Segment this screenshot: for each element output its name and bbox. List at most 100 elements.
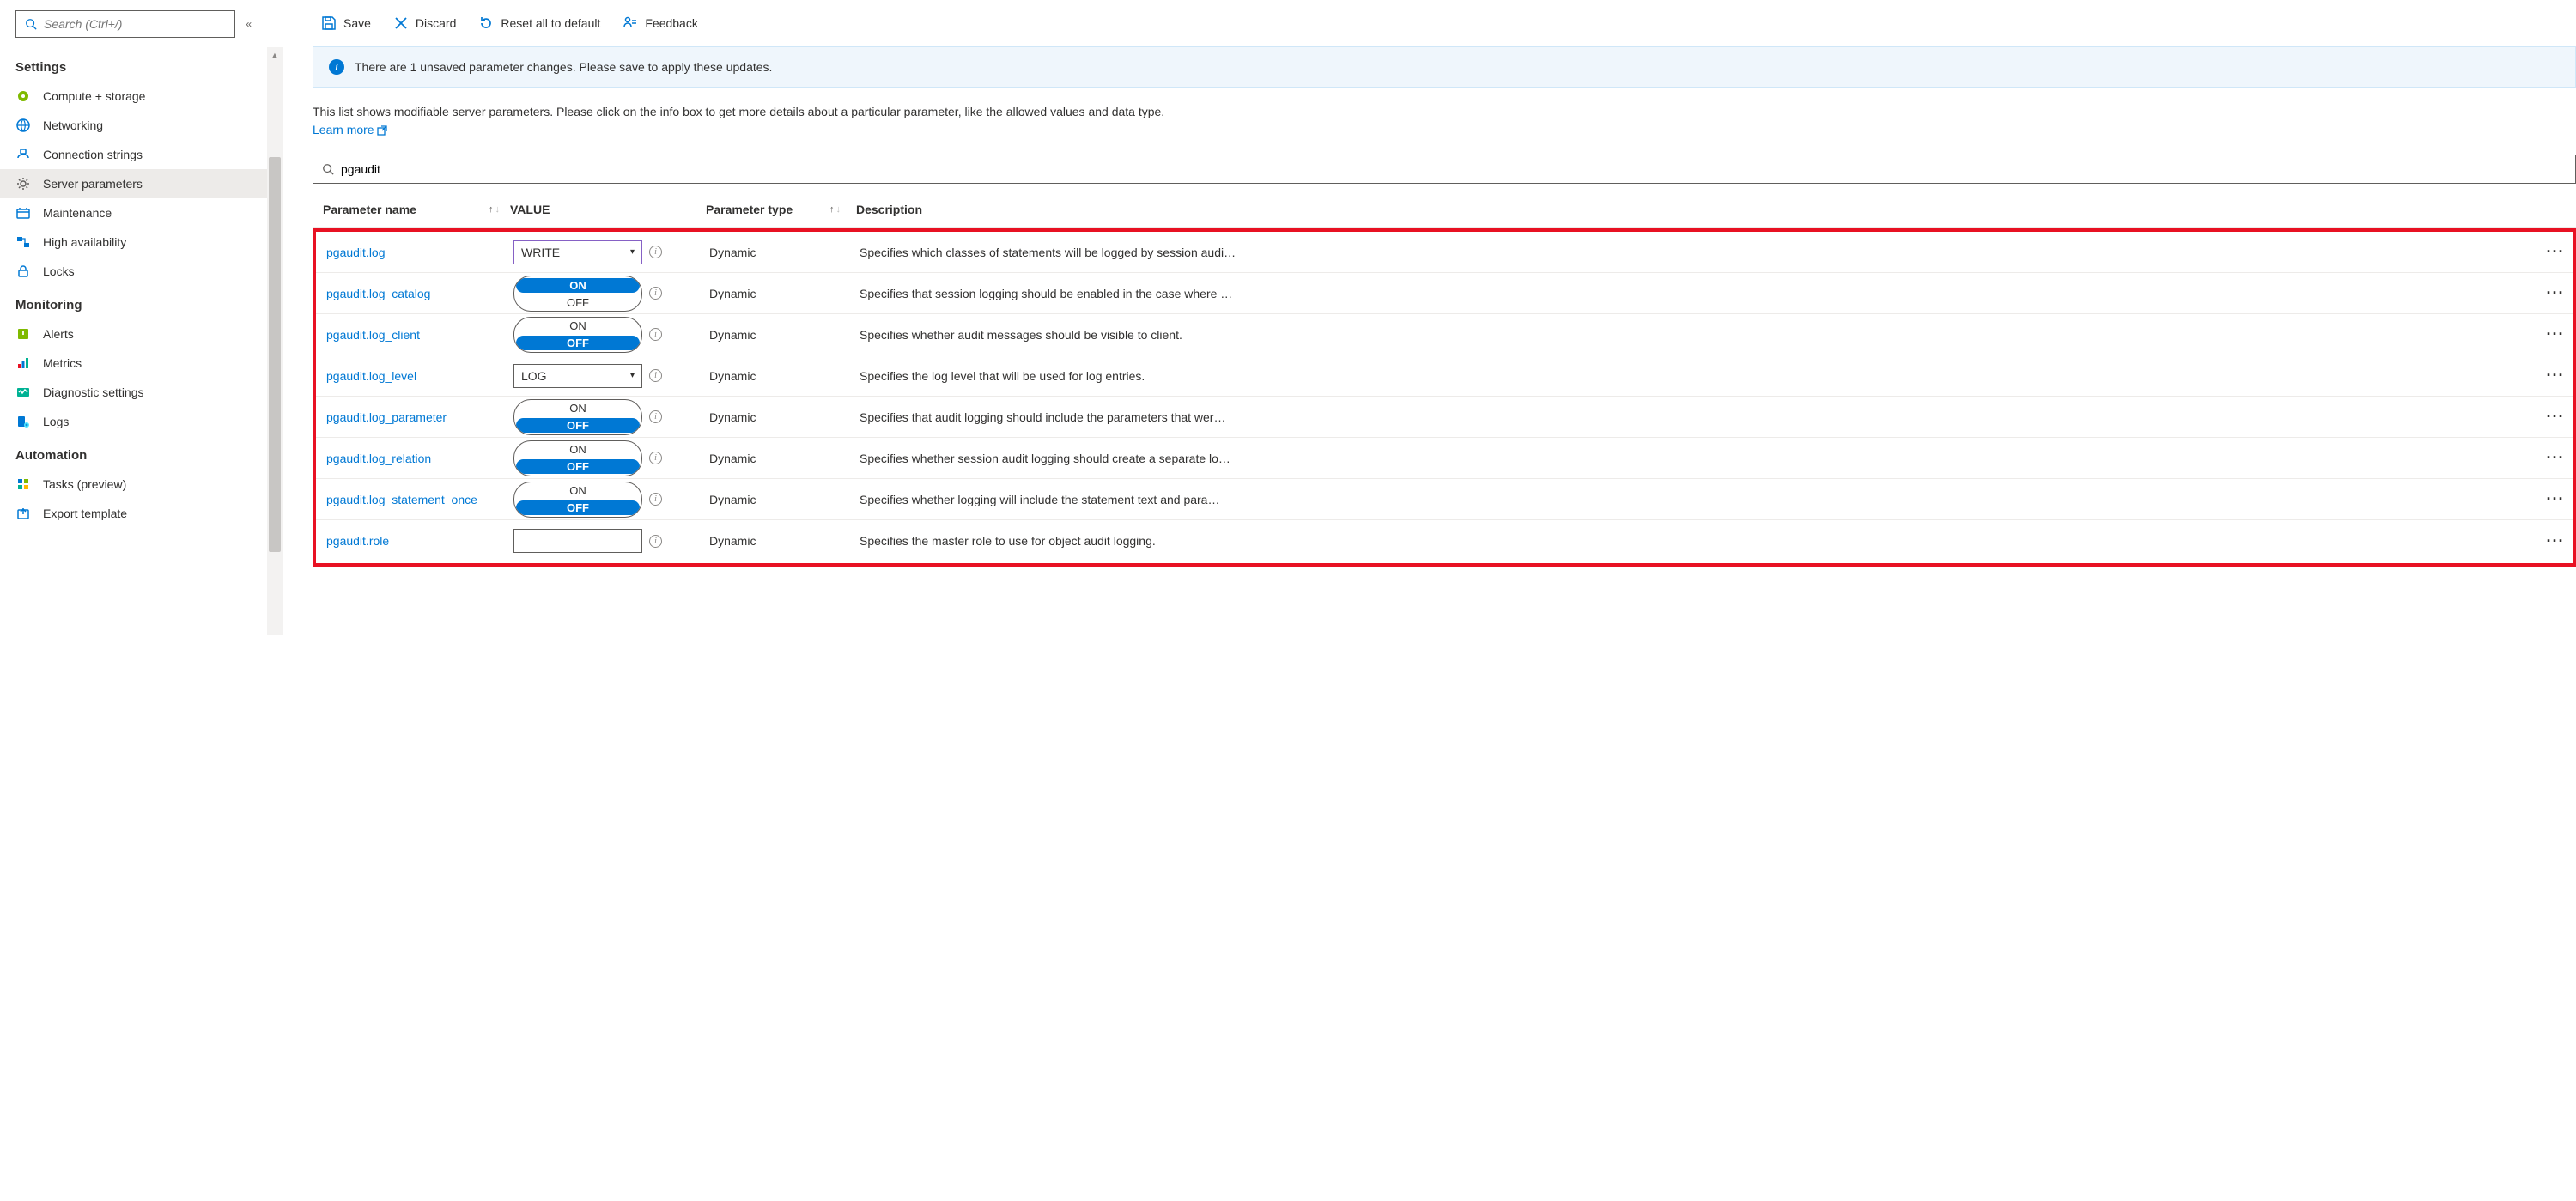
more-actions-button[interactable]: ··· — [2547, 367, 2565, 384]
param-type: Dynamic — [709, 410, 860, 424]
param-toggle[interactable]: ON OFF — [513, 440, 642, 476]
sidebar-item-diagnostic-settings[interactable]: Diagnostic settings — [0, 378, 267, 407]
more-actions-button[interactable]: ··· — [2547, 325, 2565, 343]
toggle-on[interactable]: ON — [514, 482, 641, 499]
param-toggle[interactable]: ON OFF — [513, 399, 642, 435]
more-actions-button[interactable]: ··· — [2547, 284, 2565, 301]
toggle-off[interactable]: OFF — [516, 500, 640, 515]
info-icon[interactable]: i — [649, 328, 662, 341]
param-name-link[interactable]: pgaudit.log_statement_once — [316, 493, 513, 506]
discard-label: Discard — [416, 16, 456, 30]
description-text: This list shows modifiable server parame… — [313, 105, 1164, 118]
sidebar-item-connection-strings[interactable]: Connection strings — [0, 140, 267, 169]
param-name-link[interactable]: pgaudit.log_relation — [316, 452, 513, 465]
sidebar-item-networking[interactable]: Networking — [0, 111, 267, 140]
sidebar-item-server-parameters[interactable]: Server parameters — [0, 169, 267, 198]
toggle-on[interactable]: ON — [516, 278, 640, 293]
sidebar-search[interactable] — [15, 10, 235, 38]
sidebar-item-label: Maintenance — [43, 206, 112, 220]
more-actions-button[interactable]: ··· — [2547, 243, 2565, 260]
feedback-button[interactable]: Feedback — [614, 10, 706, 36]
param-name-link[interactable]: pgaudit.log_level — [316, 369, 513, 383]
diagnostic-icon — [15, 385, 31, 400]
col-desc-header[interactable]: Description — [856, 203, 2542, 216]
param-name-link[interactable]: pgaudit.log_client — [316, 328, 513, 342]
param-description: Specifies the log level that will be use… — [860, 369, 2538, 383]
learn-more-link[interactable]: Learn more — [313, 123, 387, 136]
sidebar-item-metrics[interactable]: Metrics — [0, 349, 267, 378]
param-select[interactable]: WRITE▾ — [513, 240, 642, 264]
param-name-link[interactable]: pgaudit.role — [316, 534, 513, 548]
sort-icon[interactable]: ↑↓ — [829, 204, 841, 215]
toggle-off[interactable]: OFF — [516, 336, 640, 350]
more-actions-button[interactable]: ··· — [2547, 449, 2565, 466]
sort-icon[interactable]: ↑↓ — [489, 204, 500, 215]
main-content: Save Discard Reset all to default Feedba… — [283, 0, 2576, 635]
more-actions-button[interactable]: ··· — [2547, 532, 2565, 549]
parameter-filter[interactable] — [313, 155, 2576, 184]
collapse-sidebar-icon[interactable]: « — [246, 18, 252, 30]
info-text: There are 1 unsaved parameter changes. P… — [355, 60, 772, 74]
scroll-thumb[interactable] — [269, 157, 281, 552]
discard-button[interactable]: Discard — [385, 10, 465, 36]
save-button[interactable]: Save — [313, 10, 380, 36]
param-description: Specifies that audit logging should incl… — [860, 410, 2538, 424]
sidebar-item-export-template[interactable]: Export template — [0, 499, 267, 528]
table-row: pgaudit.log_client ON OFF i Dynamic Spec… — [316, 314, 2573, 355]
globe-icon — [15, 118, 31, 133]
toggle-off[interactable]: OFF — [516, 459, 640, 474]
scroll-up-icon[interactable]: ▲ — [267, 47, 283, 63]
table-header: Parameter name ↑↓ VALUE Parameter type ↑… — [313, 191, 2576, 228]
parameter-filter-input[interactable] — [341, 162, 2567, 176]
sidebar-item-logs[interactable]: Logs — [0, 407, 267, 436]
tasks-icon — [15, 476, 31, 492]
toggle-off[interactable]: OFF — [516, 418, 640, 433]
sidebar-item-compute-storage[interactable]: Compute + storage — [0, 82, 267, 111]
sidebar-item-alerts[interactable]: Alerts — [0, 319, 267, 349]
info-icon[interactable]: i — [649, 410, 662, 423]
sidebar-item-maintenance[interactable]: Maintenance — [0, 198, 267, 227]
toggle-off[interactable]: OFF — [514, 294, 641, 311]
more-actions-button[interactable]: ··· — [2547, 408, 2565, 425]
param-name-link[interactable]: pgaudit.log_catalog — [316, 287, 513, 300]
col-value-header[interactable]: VALUE — [510, 203, 706, 216]
col-name-header[interactable]: Parameter name — [323, 203, 416, 216]
table-row: pgaudit.log_parameter ON OFF i Dynamic S… — [316, 397, 2573, 438]
sidebar-item-tasks-preview-[interactable]: Tasks (preview) — [0, 470, 267, 499]
more-actions-button[interactable]: ··· — [2547, 490, 2565, 507]
param-toggle[interactable]: ON OFF — [513, 482, 642, 518]
sidebar-item-label: Locks — [43, 264, 75, 278]
info-icon[interactable]: i — [649, 535, 662, 548]
table-row: pgaudit.log_level LOG▾ i Dynamic Specifi… — [316, 355, 2573, 397]
param-name-link[interactable]: pgaudit.log — [316, 246, 513, 259]
col-type-header[interactable]: Parameter type — [706, 203, 793, 216]
param-type: Dynamic — [709, 287, 860, 300]
info-icon[interactable]: i — [649, 493, 662, 506]
toggle-on[interactable]: ON — [514, 318, 641, 334]
info-icon[interactable]: i — [649, 452, 662, 464]
param-select[interactable]: LOG▾ — [513, 364, 642, 388]
reset-button[interactable]: Reset all to default — [470, 10, 609, 36]
table-row: pgaudit.log_relation ON OFF i Dynamic Sp… — [316, 438, 2573, 479]
toggle-on[interactable]: ON — [514, 441, 641, 458]
sidebar-item-locks[interactable]: Locks — [0, 257, 267, 286]
param-toggle[interactable]: ON OFF — [513, 276, 642, 312]
sidebar-item-label: Server parameters — [43, 177, 143, 191]
sidebar-scrollbar[interactable]: ▲ — [267, 47, 283, 635]
table-row: pgaudit.role i Dynamic Specifies the mas… — [316, 520, 2573, 561]
feedback-label: Feedback — [645, 16, 697, 30]
param-text-input[interactable] — [513, 529, 642, 553]
table-row: pgaudit.log_catalog ON OFF i Dynamic Spe… — [316, 273, 2573, 314]
info-icon[interactable]: i — [649, 369, 662, 382]
sidebar-search-input[interactable] — [44, 17, 228, 31]
toggle-on[interactable]: ON — [514, 400, 641, 416]
param-toggle[interactable]: ON OFF — [513, 317, 642, 353]
param-name-link[interactable]: pgaudit.log_parameter — [316, 410, 513, 424]
sidebar-item-high-availability[interactable]: High availability — [0, 227, 267, 257]
sidebar-item-label: Logs — [43, 415, 69, 428]
reset-label: Reset all to default — [501, 16, 600, 30]
metrics-icon — [15, 355, 31, 371]
info-icon[interactable]: i — [649, 246, 662, 258]
sidebar-item-label: Networking — [43, 118, 103, 132]
info-icon[interactable]: i — [649, 287, 662, 300]
